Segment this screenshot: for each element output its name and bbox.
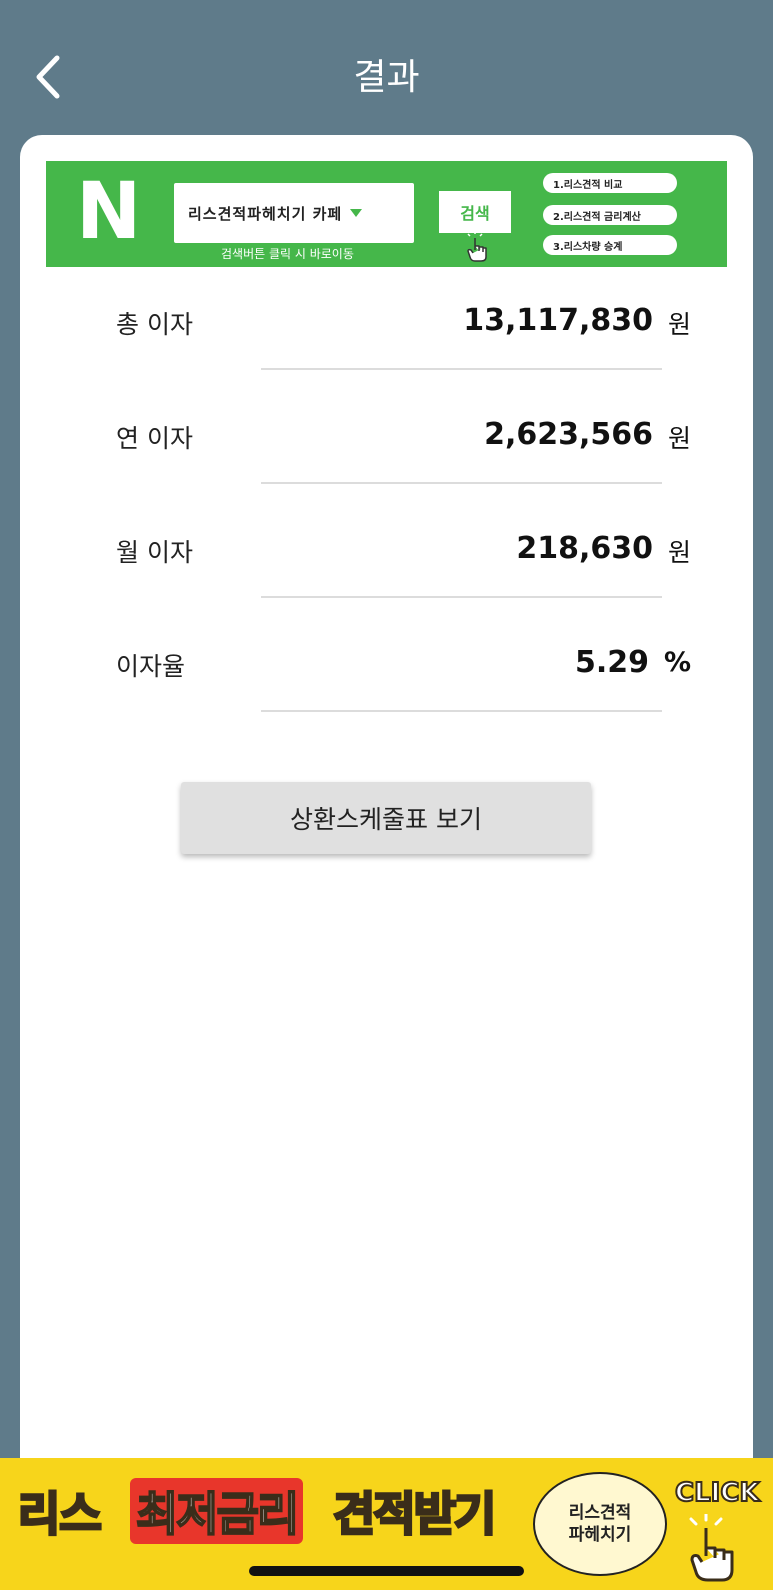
total-interest-value: 13,117,830 xyxy=(463,303,653,338)
monthly-interest-unit: 원 xyxy=(667,538,691,567)
divider xyxy=(261,596,662,598)
interest-rate-row: 이자율 5.29 % xyxy=(20,645,753,707)
app-header: 결과 xyxy=(0,0,773,135)
divider xyxy=(261,368,662,370)
total-interest-row: 총 이자 13,117,830 원 xyxy=(20,303,753,365)
divider xyxy=(261,482,662,484)
banner-menu-succession[interactable]: 3.리스차량 승계 xyxy=(543,235,677,255)
page-title: 결과 xyxy=(353,57,420,98)
monthly-interest-value: 218,630 xyxy=(516,531,653,566)
home-indicator xyxy=(249,1566,524,1576)
ad-cafe-badge: 리스견적 파헤치기 xyxy=(533,1472,667,1576)
annual-interest-value: 2,623,566 xyxy=(484,417,653,452)
banner-menu-compare[interactable]: 1.리스견적 비교 xyxy=(543,173,677,193)
search-hint-text: 검색버튼 클릭 시 바로이동 xyxy=(221,247,354,261)
ad-text-lowest-rate: 최저금리 xyxy=(130,1478,304,1544)
naver-cafe-banner[interactable]: N 리스견적파헤치기 카페 검색 검색버튼 클릭 시 바로이동 1.리스견적 비… xyxy=(46,161,727,267)
ad-click-label[interactable]: CLICK xyxy=(674,1477,761,1509)
monthly-interest-row: 월 이자 218,630 원 xyxy=(20,531,753,593)
view-schedule-button[interactable]: 상환스케줄표 보기 xyxy=(181,782,591,854)
cafe-search-box[interactable]: 리스견적파헤치기 카페 xyxy=(174,183,414,243)
ad-text-lease: 리스 xyxy=(17,1486,104,1543)
click-hand-icon xyxy=(689,1514,734,1582)
annual-interest-row: 연 이자 2,623,566 원 xyxy=(20,417,753,479)
cafe-name: 리스견적파헤치기 카페 xyxy=(188,204,343,223)
pointing-hand-icon xyxy=(467,233,487,262)
interest-rate-label: 이자율 xyxy=(116,652,186,681)
annual-interest-label: 연 이자 xyxy=(116,424,193,453)
banner-menu-rate-calc[interactable]: 2.리스견적 금리계산 xyxy=(543,205,677,225)
result-card: N 리스견적파헤치기 카페 검색 검색버튼 클릭 시 바로이동 1.리스견적 비… xyxy=(20,135,753,1590)
dropdown-arrow-icon xyxy=(350,209,363,217)
ad-badge-line2: 파헤치기 xyxy=(568,1525,632,1545)
divider xyxy=(261,710,662,712)
monthly-interest-label: 월 이자 xyxy=(116,538,193,567)
annual-interest-unit: 원 xyxy=(667,424,691,453)
banner-search-button[interactable]: 검색 xyxy=(439,191,511,233)
ad-badge-line1: 리스견적 xyxy=(568,1503,632,1523)
interest-rate-value: 5.29 xyxy=(574,645,649,680)
total-interest-unit: 원 xyxy=(667,310,691,339)
ad-text-get-quote: 견적받기 xyxy=(331,1486,497,1543)
total-interest-label: 총 이자 xyxy=(116,310,193,339)
interest-rate-unit: % xyxy=(663,647,691,678)
naver-logo: N xyxy=(76,167,141,257)
